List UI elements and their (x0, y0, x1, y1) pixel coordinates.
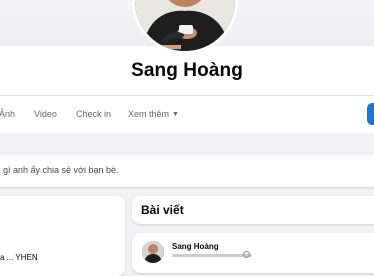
profile-header: Sang Hoàng Ảnh Video Check in Xem thêm ▼ (0, 0, 374, 133)
profile-name: Sang Hoàng (131, 60, 243, 81)
posts-header-card: Bài viết (132, 196, 374, 224)
caret-down-icon: ▼ (172, 111, 179, 118)
post-card: Sang Hoàng (132, 233, 374, 273)
tab-more[interactable]: Xem thêm ▼ (128, 109, 179, 119)
intro-snippet: a ... YHEN (0, 253, 38, 262)
profile-tabs: Ảnh Video Check in Xem thêm ▼ (0, 96, 374, 133)
intro-card: a ... YHEN (0, 196, 125, 276)
tab-video[interactable]: Video (34, 109, 57, 119)
tab-photos[interactable]: Ảnh (0, 109, 15, 119)
tab-checkin[interactable]: Check in (76, 109, 111, 119)
tab-more-label: Xem thêm (128, 109, 170, 119)
status-prompt-card[interactable]: gì anh ấy chia sẻ với bạn bè. (0, 155, 374, 187)
post-author-name[interactable]: Sang Hoàng (172, 242, 219, 251)
primary-action-button[interactable] (367, 103, 374, 125)
status-prompt-text: gì anh ấy chia sẻ với bạn bè. (3, 165, 119, 175)
post-author-avatar[interactable] (142, 241, 164, 263)
posts-title: Bài viết (141, 203, 184, 217)
post-avatar-photo (142, 241, 164, 263)
